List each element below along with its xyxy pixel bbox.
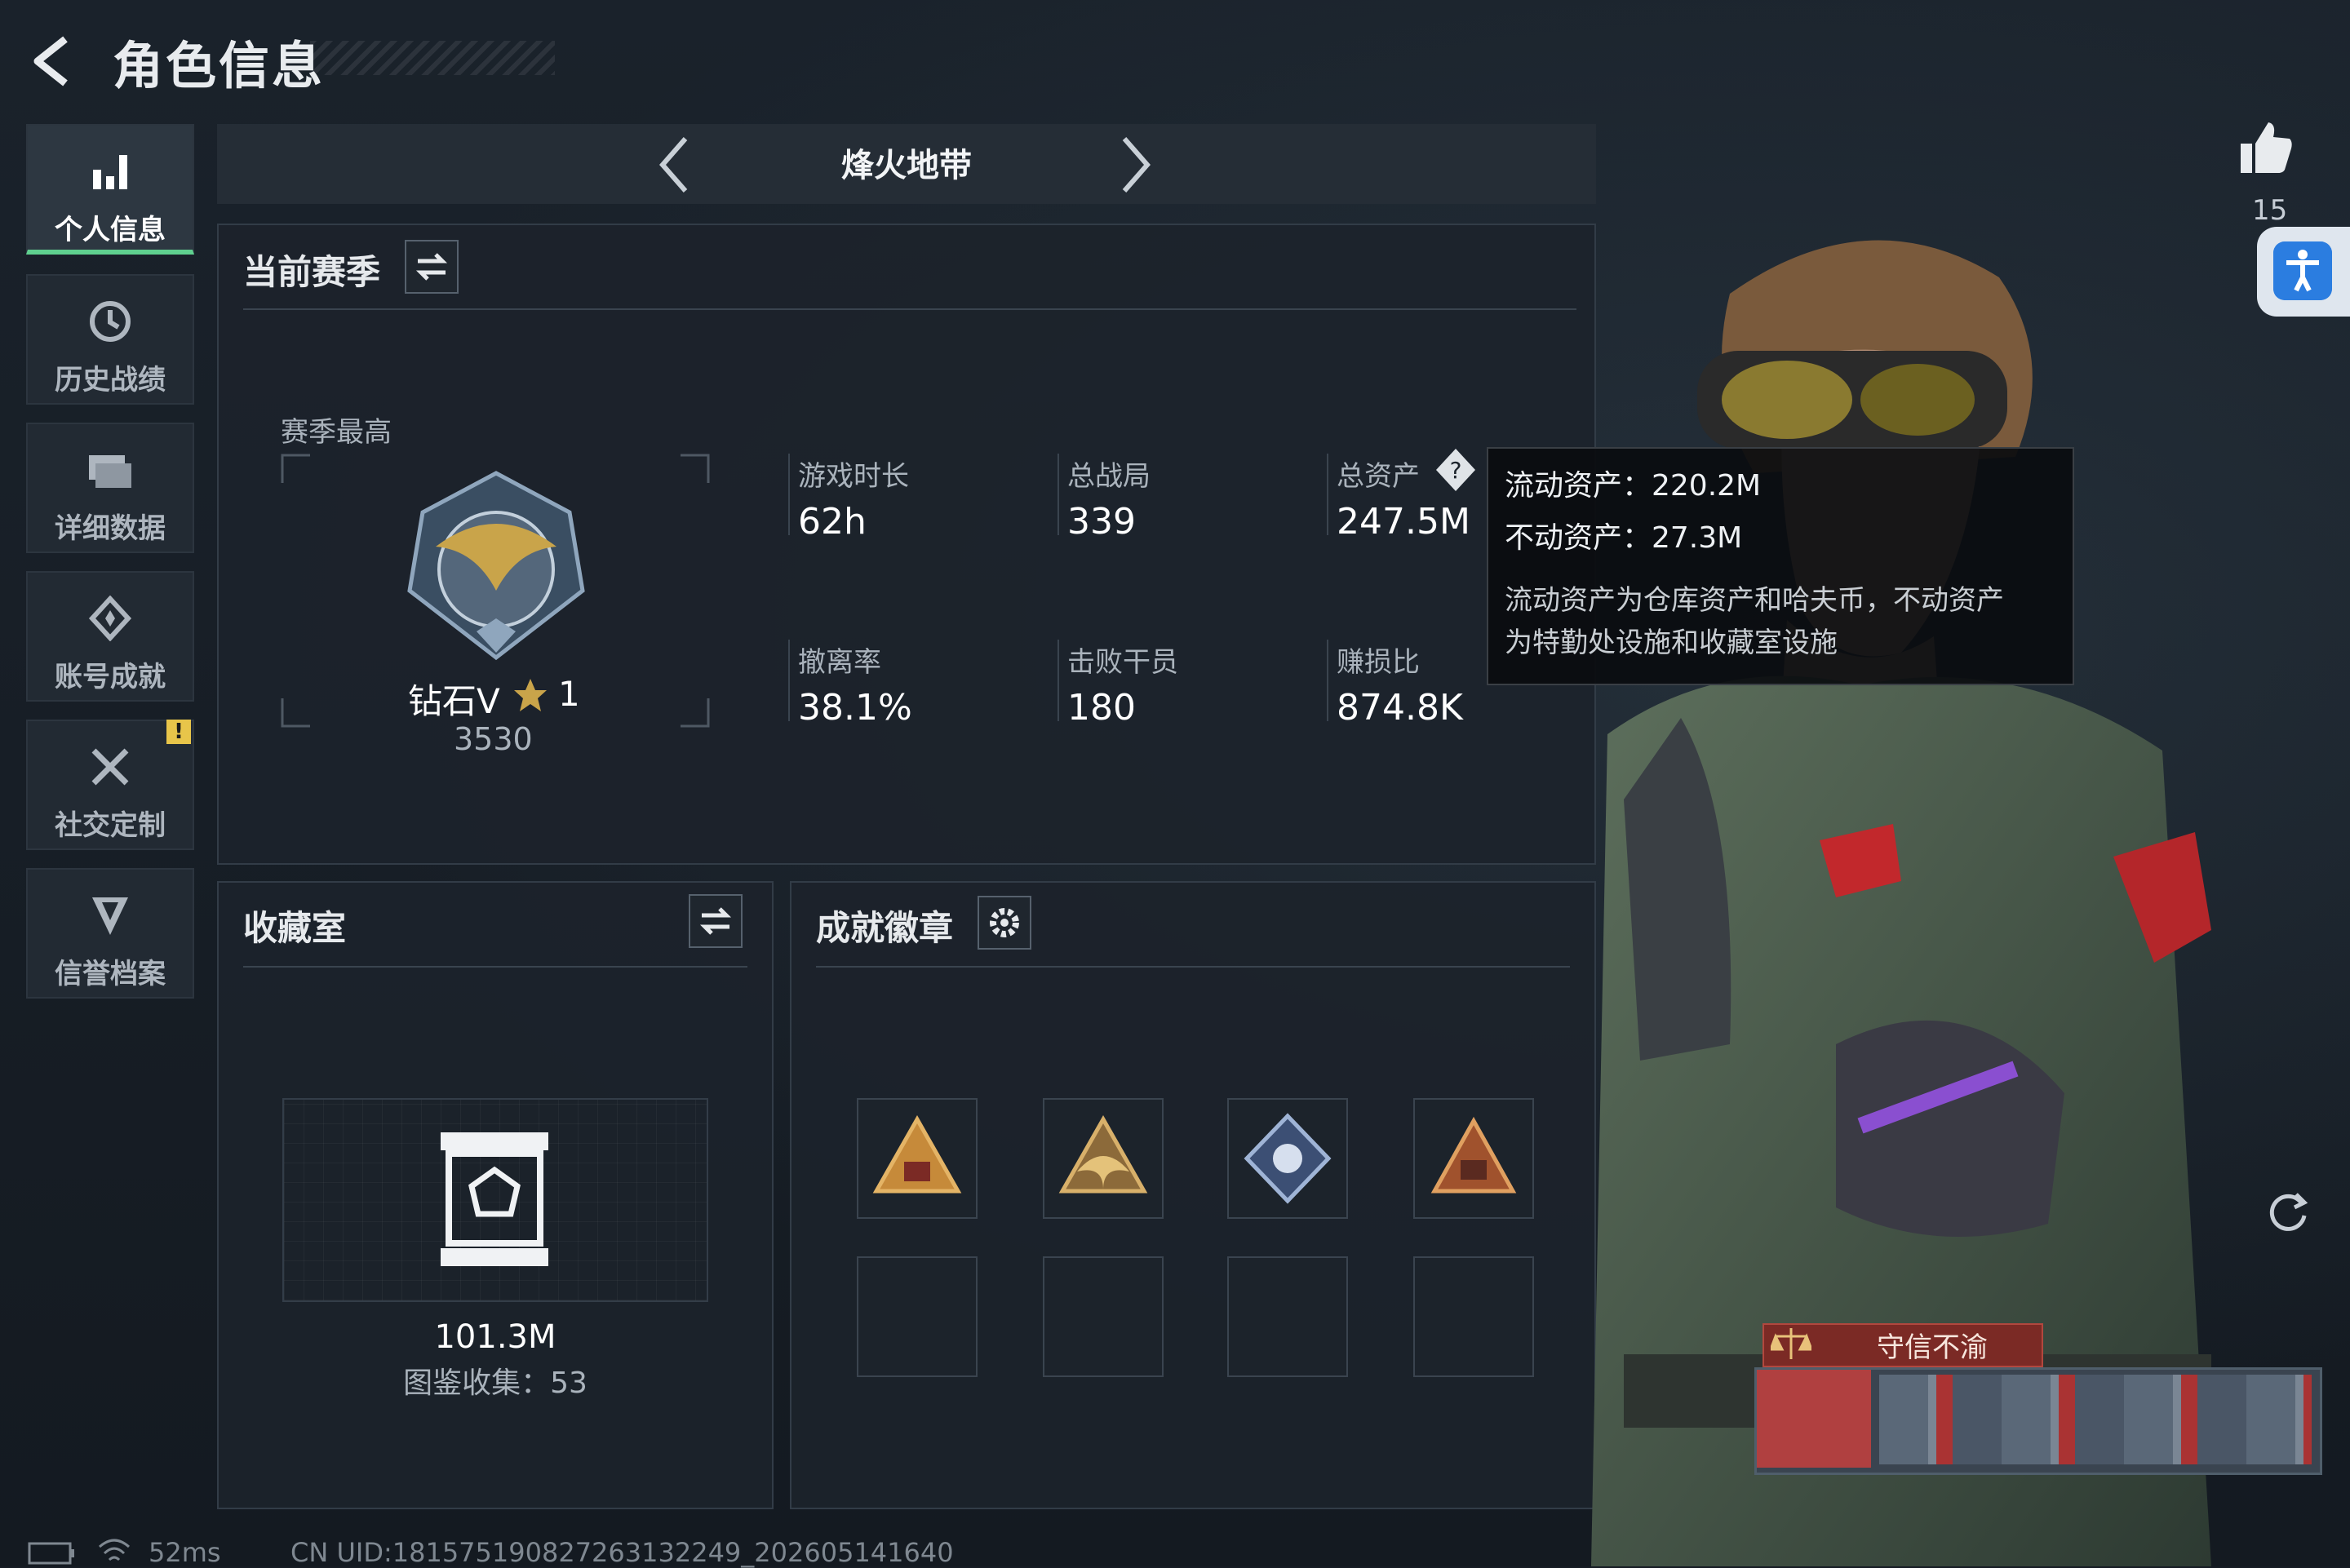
stat-value: 38.1% [798, 687, 912, 729]
warning-badge: ! [166, 720, 191, 744]
stat-value: 874.8K [1337, 687, 1463, 729]
star-icon [514, 679, 547, 711]
nav-label: 账号成就 [55, 661, 166, 693]
history-icon [90, 301, 131, 342]
season-swap-button[interactable] [405, 240, 459, 294]
achievement-icon [88, 596, 132, 641]
stat-value: 62h [798, 501, 867, 543]
season-best-label: 赛季最高 [281, 416, 392, 449]
nav-item-detail-data[interactable]: 详细数据 [26, 423, 194, 553]
gear-icon [990, 908, 1019, 937]
s5-badge-icon [1430, 1116, 1517, 1194]
scale-icon [1771, 1328, 1811, 1359]
nav-label: 个人信息 [55, 214, 166, 246]
nav-label: 历史战绩 [55, 364, 166, 396]
wifi-icon [99, 1539, 130, 1561]
stat-label: 游戏时长 [798, 460, 909, 493]
season-title: 当前赛季 [243, 252, 381, 292]
title-banner-text: 守信不渝 [1877, 1331, 1988, 1364]
badge-settings-button[interactable] [978, 896, 1031, 950]
nav-item-history[interactable]: 历史战绩 [26, 274, 194, 405]
badge-slot-empty[interactable] [1227, 1256, 1348, 1377]
mode-label: 烽火地带 [841, 147, 972, 184]
stat-divider [788, 640, 790, 721]
nav-item-credit[interactable]: 信誉档案 [26, 868, 194, 999]
stat-label: 总战局 [1067, 460, 1151, 493]
help-icon[interactable]: ? [1434, 447, 1477, 493]
tooltip-liquid-assets: 流动资产：220.2M [1505, 469, 1762, 503]
stat-divider [788, 454, 790, 535]
rank-name: 钻石V [408, 681, 500, 721]
diamond-badge-icon [1244, 1113, 1332, 1204]
collection-title: 收藏室 [243, 908, 347, 948]
divider [816, 966, 1570, 968]
stat-label: 击败干员 [1067, 646, 1178, 679]
swap-icon [415, 253, 448, 281]
chevron-right-icon[interactable] [1120, 135, 1152, 194]
thumbs-up-icon[interactable] [2237, 119, 2295, 176]
uid-text: CN UID:1815751908272631322​49_2026051416… [290, 1537, 954, 1568]
badge-slot[interactable] [1413, 1098, 1534, 1219]
badge-slot-empty[interactable] [1413, 1256, 1534, 1377]
badge-slot-empty[interactable] [1043, 1256, 1164, 1377]
back-arrow-icon[interactable] [26, 33, 83, 90]
rotate-icon[interactable] [2264, 1188, 2312, 1237]
like-count: 15 [2252, 194, 2288, 227]
stat-label: 总资产 [1337, 460, 1420, 493]
s8-badge-icon [872, 1114, 962, 1194]
name-card-banner[interactable] [1754, 1367, 2322, 1475]
folder-icon [89, 455, 131, 488]
shield-icon [92, 897, 128, 935]
divider [243, 308, 1576, 310]
badge-slot[interactable] [857, 1098, 978, 1219]
stat-divider [1327, 640, 1328, 721]
rank-stars: 1 [558, 674, 580, 714]
badge-slot[interactable] [1043, 1098, 1164, 1219]
nav-item-achievements[interactable]: 账号成就 [26, 571, 194, 702]
nav-label: 详细数据 [55, 512, 166, 545]
stat-label: 撤离率 [798, 646, 881, 679]
diamond-rank-emblem-icon [407, 471, 585, 661]
rank-points: 3530 [454, 721, 533, 757]
badge-slot[interactable] [1227, 1098, 1348, 1219]
tooltip-description: 流动资产为仓库资产和哈夫币，不动资产 [1505, 584, 2004, 617]
ping-text: 52ms [149, 1537, 221, 1568]
bar-chart-icon [93, 155, 127, 189]
nav-label: 信誉档案 [55, 958, 166, 990]
collection-value: 101.3M [434, 1318, 556, 1356]
collection-count: 图鉴收集：53 [403, 1366, 588, 1400]
stat-value: 339 [1067, 501, 1136, 543]
accessibility-icon [2273, 241, 2332, 300]
svg-text:?: ? [1450, 457, 1462, 484]
divider [243, 966, 747, 968]
stat-label: 赚损比 [1337, 646, 1420, 679]
badge-slot-empty[interactable] [857, 1256, 978, 1377]
stat-divider [1058, 454, 1059, 535]
eagle-badge-icon [1058, 1114, 1148, 1194]
tooltip-fixed-assets: 不动资产：27.3M [1505, 521, 1743, 555]
swap-icon [699, 907, 732, 935]
showcase-icon [441, 1132, 548, 1266]
nav-label: 社交定制 [55, 809, 166, 842]
title-decoration [310, 41, 555, 75]
stat-value: 180 [1067, 687, 1136, 729]
page-title: 角色信息 [113, 36, 326, 95]
stat-value: 247.5M [1337, 501, 1470, 543]
collection-swap-button[interactable] [689, 894, 743, 948]
tools-icon [91, 748, 129, 786]
tooltip-description: 为特勤处设施和收藏室设施 [1505, 627, 1838, 659]
nav-item-personal-info[interactable]: 个人信息 [26, 124, 194, 255]
badges-title: 成就徽章 [816, 908, 954, 948]
battery-icon [28, 1542, 74, 1565]
stat-divider [1327, 454, 1328, 535]
stat-divider [1058, 640, 1059, 721]
